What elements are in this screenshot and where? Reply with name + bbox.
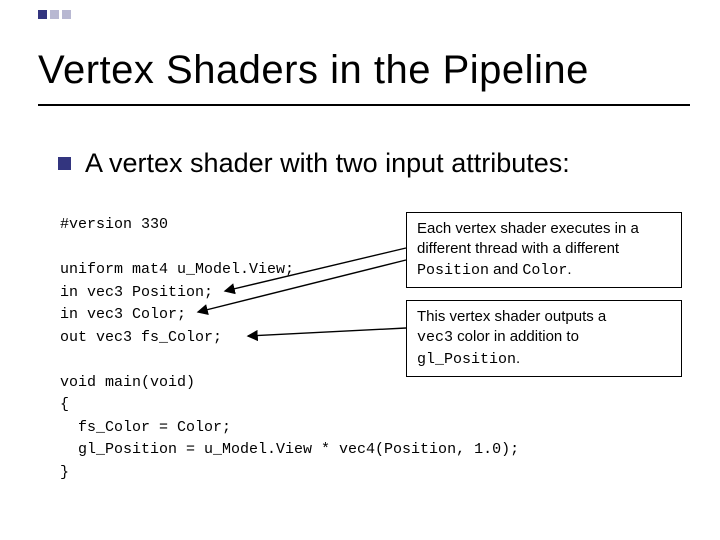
code-line: out vec3 fs_Color; (60, 329, 222, 346)
bullet-text: A vertex shader with two input attribute… (85, 148, 570, 179)
annotation-text: different thread with a different (417, 240, 619, 257)
code-line: #version 330 (60, 216, 168, 233)
annotation-text: . (516, 350, 520, 367)
annotation-text: and (489, 261, 522, 278)
bullet-item: A vertex shader with two input attribute… (58, 148, 570, 179)
annotation-code: vec3 (417, 329, 453, 346)
code-line: { (60, 396, 69, 413)
decorative-squares (38, 10, 71, 19)
slide-title: Vertex Shaders in the Pipeline (38, 48, 589, 93)
annotation-box-1: Each vertex shader executes in a differe… (406, 212, 682, 288)
code-line: in vec3 Position; (60, 284, 213, 301)
code-line: void main(void) (60, 374, 195, 391)
code-line: gl_Position = u_Model.View * vec4(Positi… (60, 441, 519, 458)
annotation-code: Color (522, 262, 567, 279)
deco-sq (50, 10, 59, 19)
annotation-text: Each vertex shader executes in a (417, 220, 639, 237)
annotation-text: color in addition to (453, 328, 579, 345)
code-line: in vec3 Color; (60, 306, 186, 323)
code-line: fs_Color = Color; (60, 419, 231, 436)
annotation-text: This vertex shader outputs a (417, 308, 606, 325)
code-line: } (60, 464, 69, 481)
code-line: uniform mat4 u_Model.View; (60, 261, 294, 278)
annotation-box-2: This vertex shader outputs a vec3 color … (406, 300, 682, 377)
deco-sq (62, 10, 71, 19)
bullet-icon (58, 157, 71, 170)
annotation-code: gl_Position (417, 351, 516, 368)
title-divider (38, 104, 690, 106)
annotation-code: Position (417, 262, 489, 279)
annotation-text: . (567, 261, 571, 278)
deco-sq (38, 10, 47, 19)
